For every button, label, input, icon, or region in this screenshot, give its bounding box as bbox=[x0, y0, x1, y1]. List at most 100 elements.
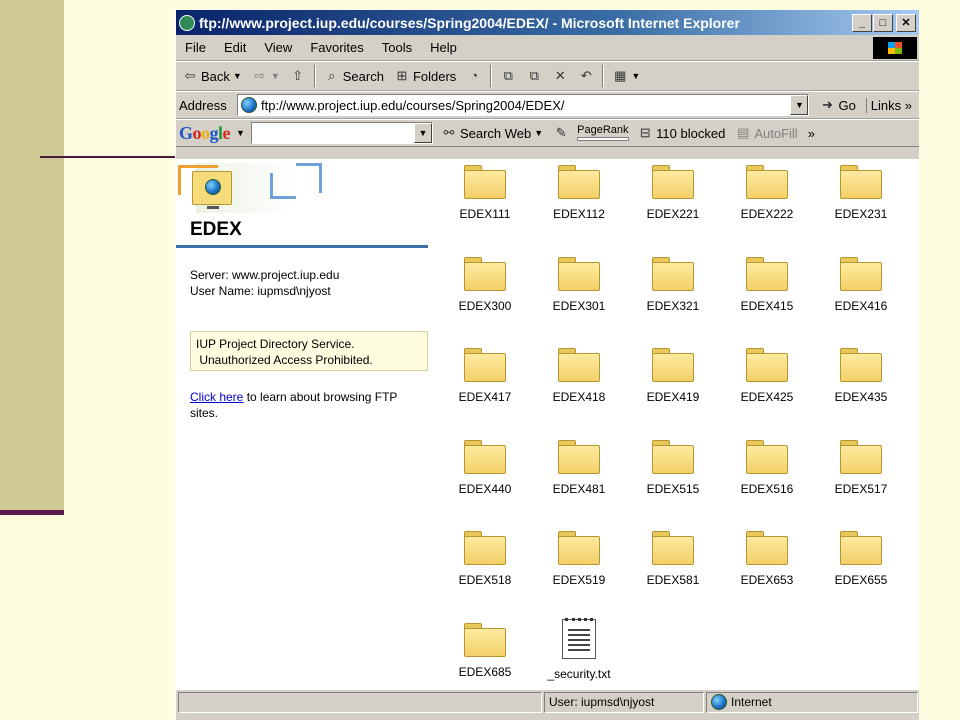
folders-label: Folders bbox=[412, 68, 457, 84]
click-here-link[interactable]: Click here bbox=[190, 390, 243, 404]
move-to-button[interactable]: ⧉ bbox=[498, 68, 518, 84]
folder-item[interactable]: EDEX517 bbox=[814, 438, 908, 530]
folder-icon bbox=[746, 531, 788, 565]
folder-item[interactable]: EDEX416 bbox=[814, 255, 908, 347]
undo-button[interactable]: ↶ bbox=[576, 68, 596, 84]
back-button[interactable]: ⇦ Back ▼ bbox=[180, 68, 244, 84]
google-search-input[interactable]: ▼ bbox=[250, 122, 433, 144]
folder-item[interactable]: EDEX222 bbox=[720, 163, 814, 255]
folder-item[interactable]: EDEX300 bbox=[438, 255, 532, 347]
news-button[interactable]: ✎ bbox=[551, 125, 571, 141]
binoculars-icon: ⚯ bbox=[443, 125, 455, 140]
file-label: EDEX231 bbox=[834, 207, 888, 221]
google-logo-letter: o bbox=[192, 122, 202, 143]
folder-body bbox=[652, 170, 694, 199]
file-label: EDEX221 bbox=[646, 207, 700, 221]
folder-item[interactable]: EDEX655 bbox=[814, 529, 908, 621]
folder-item[interactable]: EDEX518 bbox=[438, 529, 532, 621]
folder-item[interactable]: EDEX440 bbox=[438, 438, 532, 530]
title-bar[interactable]: ftp://www.project.iup.edu/courses/Spring… bbox=[176, 10, 919, 35]
folder-item[interactable]: EDEX581 bbox=[626, 529, 720, 621]
pagerank-bar bbox=[577, 137, 630, 141]
up-folder-button[interactable]: ⇧ bbox=[288, 68, 308, 84]
forward-button[interactable]: ⇨ ▼ bbox=[250, 68, 282, 84]
server-info: Server: www.project.iup.edu User Name: i… bbox=[190, 267, 339, 299]
folder-body bbox=[652, 444, 694, 474]
file-label: EDEX518 bbox=[458, 573, 512, 587]
search-web-dropdown-icon[interactable]: ▼ bbox=[534, 128, 543, 138]
folder-item[interactable]: EDEX321 bbox=[626, 255, 720, 347]
folder-item[interactable]: EDEX419 bbox=[626, 346, 720, 438]
minimize-button[interactable]: _ bbox=[852, 13, 872, 32]
window-title: ftp://www.project.iup.edu/courses/Spring… bbox=[199, 14, 740, 31]
google-logo[interactable]: Google bbox=[179, 122, 231, 144]
pagerank-indicator[interactable]: PageRank bbox=[577, 125, 630, 141]
address-dropdown-button[interactable]: ▼ bbox=[790, 95, 809, 115]
search-web-button[interactable]: ⚯ Search Web ▼ bbox=[439, 125, 545, 141]
file-label: EDEX440 bbox=[458, 481, 512, 496]
menu-edit[interactable]: Edit bbox=[215, 40, 255, 55]
folder-icon bbox=[746, 256, 788, 291]
history-button[interactable]: ◔ bbox=[464, 68, 484, 84]
folder-item[interactable]: EDEX418 bbox=[532, 346, 626, 438]
folder-item[interactable]: EDEX111 bbox=[438, 163, 532, 255]
folder-item[interactable]: EDEX516 bbox=[720, 438, 814, 530]
menu-help[interactable]: Help bbox=[421, 40, 466, 55]
file-label: EDEX685 bbox=[458, 664, 512, 679]
menu-view[interactable]: View bbox=[255, 40, 301, 55]
folder-item[interactable]: EDEX417 bbox=[438, 346, 532, 438]
search-label: Search bbox=[342, 68, 384, 84]
autofill-button[interactable]: ▤ AutoFill bbox=[733, 125, 799, 141]
search-button[interactable]: ⌕ Search bbox=[322, 68, 386, 84]
folder-body bbox=[558, 536, 600, 565]
folder-body bbox=[840, 444, 882, 474]
folder-item[interactable]: EDEX415 bbox=[720, 255, 814, 347]
file-label: EDEX516 bbox=[740, 481, 794, 496]
go-button[interactable]: ➜ Go bbox=[813, 97, 861, 113]
file-label: EDEX517 bbox=[834, 481, 888, 496]
address-input[interactable]: ftp://www.project.iup.edu/courses/Spring… bbox=[237, 94, 810, 116]
news-icon: ✎ bbox=[555, 125, 567, 140]
folder-item[interactable]: EDEX425 bbox=[720, 346, 814, 438]
google-logo-letter: g bbox=[209, 122, 219, 143]
google-menu-dropdown-icon[interactable]: ▼ bbox=[236, 128, 245, 138]
folder-icon bbox=[840, 348, 882, 382]
folder-item[interactable]: EDEX435 bbox=[814, 346, 908, 438]
delete-button[interactable]: ✕ bbox=[550, 68, 570, 84]
folder-item[interactable]: EDEX519 bbox=[532, 529, 626, 621]
folder-item[interactable]: EDEX301 bbox=[532, 255, 626, 347]
menu-file[interactable]: File bbox=[176, 40, 215, 55]
ie-app-icon[interactable] bbox=[179, 14, 195, 31]
folder-body bbox=[558, 353, 600, 382]
folder-item[interactable]: EDEX653 bbox=[720, 529, 814, 621]
close-button[interactable]: ✕ bbox=[896, 13, 916, 32]
popup-blocker-button[interactable]: ⊟ 110 blocked bbox=[635, 125, 727, 141]
folder-item[interactable]: EDEX221 bbox=[626, 163, 720, 255]
links-button[interactable]: Links » bbox=[865, 97, 916, 113]
folder-item[interactable]: EDEX231 bbox=[814, 163, 908, 255]
menu-favorites[interactable]: Favorites bbox=[301, 40, 372, 55]
folder-item[interactable]: EDEX515 bbox=[626, 438, 720, 530]
views-button[interactable]: ▦ ▼ bbox=[610, 68, 642, 84]
maximize-button[interactable]: □ bbox=[873, 13, 893, 32]
folder-item[interactable]: EDEX481 bbox=[532, 438, 626, 530]
google-toolbar-more-button[interactable]: » bbox=[806, 126, 817, 141]
folder-item[interactable]: EDEX112 bbox=[532, 163, 626, 255]
google-search-dropdown-button[interactable]: ▼ bbox=[413, 123, 432, 143]
window-controls: _ □ ✕ bbox=[852, 13, 916, 32]
folder-icon bbox=[558, 439, 600, 474]
views-dropdown-icon[interactable]: ▼ bbox=[631, 71, 640, 81]
forward-dropdown-icon[interactable]: ▼ bbox=[271, 71, 280, 81]
file-label: EDEX300 bbox=[458, 298, 512, 313]
header-art-blue-frame bbox=[296, 163, 322, 193]
zone-label: Internet bbox=[731, 695, 772, 709]
delete-x-icon: ✕ bbox=[554, 68, 566, 83]
go-arrow-icon: ➜ bbox=[822, 97, 833, 112]
folders-button[interactable]: ⊞ Folders bbox=[392, 68, 458, 84]
notepad-rings bbox=[565, 617, 593, 623]
folder-body bbox=[746, 536, 788, 565]
menu-tools[interactable]: Tools bbox=[373, 40, 421, 55]
back-label: Back bbox=[201, 68, 230, 84]
copy-to-button[interactable]: ⧉ bbox=[524, 68, 544, 84]
back-dropdown-icon[interactable]: ▼ bbox=[233, 71, 242, 81]
